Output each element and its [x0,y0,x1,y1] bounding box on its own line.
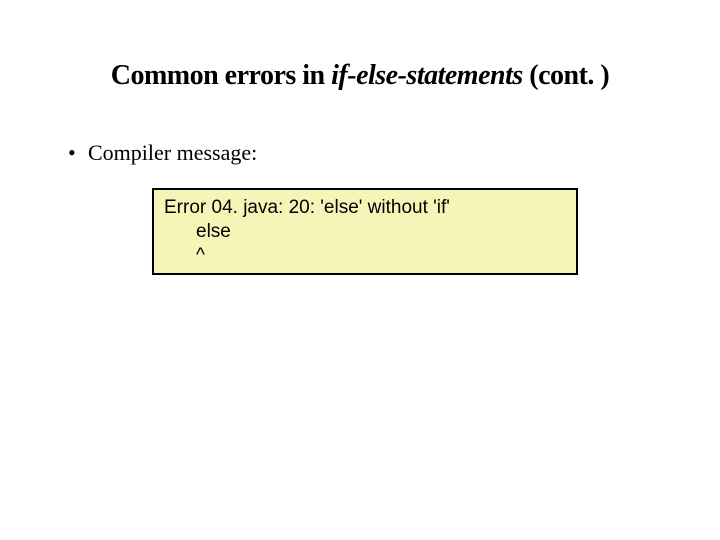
bullet-item: •Compiler message: [68,140,664,166]
code-line-2: else [164,220,566,244]
title-prefix: Common errors in [111,60,331,91]
bullet-marker: • [68,140,88,166]
slide-body: Common errors in if-else-statements (con… [0,0,720,275]
code-box: Error 04. java: 20: 'else' without 'if' … [152,188,578,275]
bullet-text: Compiler message: [88,140,257,165]
code-line-3: ^ [164,244,566,268]
slide-title: Common errors in if-else-statements (con… [56,60,664,92]
title-suffix: (cont. ) [523,60,609,91]
code-line-1: Error 04. java: 20: 'else' without 'if' [164,196,566,220]
title-italic: if-else-statements [331,60,523,91]
